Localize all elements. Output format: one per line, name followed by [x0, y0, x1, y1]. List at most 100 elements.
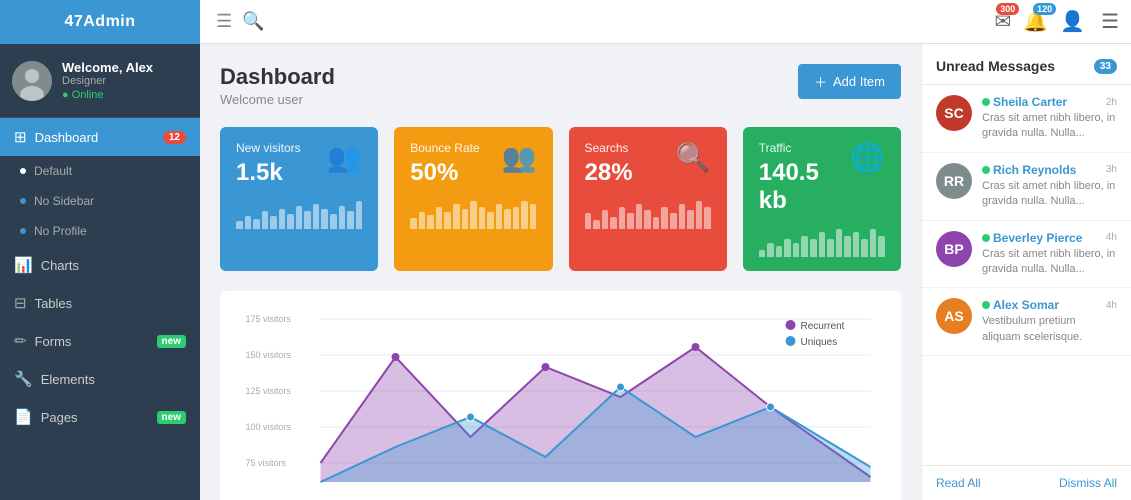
sidebar: Welcome, Alex Designer Online ⊞ Dashboar…	[0, 44, 200, 500]
bar	[236, 221, 243, 229]
bar	[767, 243, 774, 257]
bar	[644, 210, 651, 229]
read-all-link[interactable]: Read All	[936, 476, 981, 490]
message-item[interactable]: SC Sheila Carter 2h Cras sit amet nibh l…	[922, 85, 1131, 153]
bar	[253, 219, 260, 229]
sidebar-item-charts[interactable]: 📊 Charts	[0, 246, 200, 284]
more-menu-icon[interactable]: ☰	[1101, 9, 1119, 34]
user-avatar-icon[interactable]: 👤	[1060, 9, 1085, 34]
stat-chart	[410, 199, 536, 229]
bar	[704, 207, 711, 229]
sidebar-item-forms[interactable]: ✏ Forms new	[0, 322, 200, 360]
msg-time: 2h	[1106, 97, 1117, 108]
sidebar-item-tables[interactable]: ⊟ Tables	[0, 284, 200, 322]
msg-text: Cras sit amet nibh libero, in gravida nu…	[982, 247, 1117, 278]
bar	[759, 250, 766, 257]
msg-avatar: BP	[936, 231, 972, 267]
dashboard-badge: 12	[163, 131, 186, 144]
bar	[878, 236, 885, 257]
stat-label: Bounce Rate	[410, 141, 479, 155]
dashboard-icon: ⊞	[14, 128, 27, 146]
right-panel: Unread Messages 33 SC Sheila Carter 2h C…	[921, 44, 1131, 500]
bar	[836, 229, 843, 257]
bar	[870, 229, 877, 257]
bar	[793, 243, 800, 257]
stat-chart	[759, 227, 885, 257]
hamburger-icon[interactable]: ☰	[216, 11, 232, 32]
panel-footer: Read All Dismiss All	[922, 465, 1131, 500]
msg-name: Rich Reynolds	[982, 163, 1076, 177]
bar	[776, 246, 783, 257]
stats-row: New visitors 1.5k 👥 Bounce Rate 50% 👥 Se…	[220, 127, 901, 271]
stat-icon: 👥	[327, 141, 362, 174]
msg-name-row: Beverley Pierce 4h	[982, 231, 1117, 245]
dot-icon	[20, 168, 26, 174]
bar	[304, 211, 311, 229]
stat-icon: 🌐	[850, 141, 885, 174]
sidebar-item-label-no-sidebar: No Sidebar	[34, 194, 94, 208]
sidebar-item-label-default: Default	[34, 164, 72, 178]
svg-text:175 visitors: 175 visitors	[246, 314, 292, 324]
message-item[interactable]: AS Alex Somar 4h Vestibulum pretium aliq…	[922, 288, 1131, 356]
msg-name: Beverley Pierce	[982, 231, 1082, 245]
bar	[321, 209, 328, 229]
sidebar-item-no-profile[interactable]: No Profile	[0, 216, 200, 246]
msg-content: Rich Reynolds 3h Cras sit amet nibh libe…	[982, 163, 1117, 210]
msg-text: Cras sit amet nibh libero, in gravida nu…	[982, 111, 1117, 142]
email-badge: 300	[996, 3, 1019, 15]
bar	[696, 201, 703, 229]
bar	[819, 232, 826, 257]
dot-icon	[20, 198, 26, 204]
message-item[interactable]: RR Rich Reynolds 3h Cras sit amet nibh l…	[922, 153, 1131, 221]
stat-header: Bounce Rate 50% 👥	[410, 141, 536, 187]
page-header: Dashboard Welcome user ＋ Add Item	[220, 64, 901, 107]
bar	[262, 211, 269, 229]
sidebar-item-elements[interactable]: 🔧 Elements	[0, 360, 200, 398]
bell-badge-btn[interactable]: 🔔 120	[1023, 9, 1048, 34]
unread-count: 33	[1094, 59, 1117, 74]
visitors-chart: 175 visitors 150 visitors 125 visitors 1…	[236, 307, 885, 487]
stat-header: Traffic 140.5 kb 🌐	[759, 141, 885, 215]
sidebar-item-label-charts: Charts	[41, 258, 79, 273]
search-icon[interactable]: 🔍	[242, 11, 264, 32]
email-badge-btn[interactable]: ✉ 300	[994, 9, 1011, 34]
bar	[619, 207, 626, 229]
msg-name: Alex Somar	[982, 298, 1059, 312]
stat-chart	[236, 199, 362, 229]
sidebar-item-pages[interactable]: 📄 Pages new	[0, 398, 200, 436]
sidebar-item-dashboard[interactable]: ⊞ Dashboard 12	[0, 118, 200, 156]
brand-logo: 47Admin	[0, 0, 200, 44]
bar	[521, 201, 528, 229]
add-item-button[interactable]: ＋ Add Item	[798, 64, 901, 99]
bar	[313, 204, 320, 229]
msg-time: 4h	[1106, 232, 1117, 243]
stat-label: Traffic	[759, 141, 850, 155]
sidebar-item-label-elements: Elements	[41, 372, 95, 387]
stat-value: 140.5 kb	[759, 159, 850, 215]
bar	[504, 209, 511, 229]
chart-area: 175 visitors 150 visitors 125 visitors 1…	[220, 291, 901, 500]
msg-content: Beverley Pierce 4h Cras sit amet nibh li…	[982, 231, 1117, 278]
bar	[347, 211, 354, 229]
bar	[419, 212, 426, 229]
bar	[801, 236, 808, 257]
bar	[330, 214, 337, 229]
msg-name-row: Sheila Carter 2h	[982, 95, 1117, 109]
message-item[interactable]: BP Beverley Pierce 4h Cras sit amet nibh…	[922, 221, 1131, 289]
sidebar-item-no-sidebar[interactable]: No Sidebar	[0, 186, 200, 216]
stat-card-traffic: Traffic 140.5 kb 🌐	[743, 127, 901, 271]
msg-content: Sheila Carter 2h Cras sit amet nibh libe…	[982, 95, 1117, 142]
msg-name-row: Rich Reynolds 3h	[982, 163, 1117, 177]
dismiss-all-link[interactable]: Dismiss All	[1059, 476, 1117, 490]
plus-icon: ＋	[814, 72, 827, 91]
bar	[496, 204, 503, 229]
bar	[436, 207, 443, 229]
main-content: Dashboard Welcome user ＋ Add Item New vi…	[200, 44, 921, 500]
elements-icon: 🔧	[14, 370, 33, 388]
stat-icon: 🔍	[676, 141, 711, 174]
stat-value: 1.5k	[236, 159, 301, 187]
sidebar-item-default[interactable]: Default	[0, 156, 200, 186]
msg-text: Vestibulum pretium aliquam scelerisque.	[982, 314, 1117, 345]
bar	[279, 209, 286, 229]
bar	[487, 212, 494, 229]
